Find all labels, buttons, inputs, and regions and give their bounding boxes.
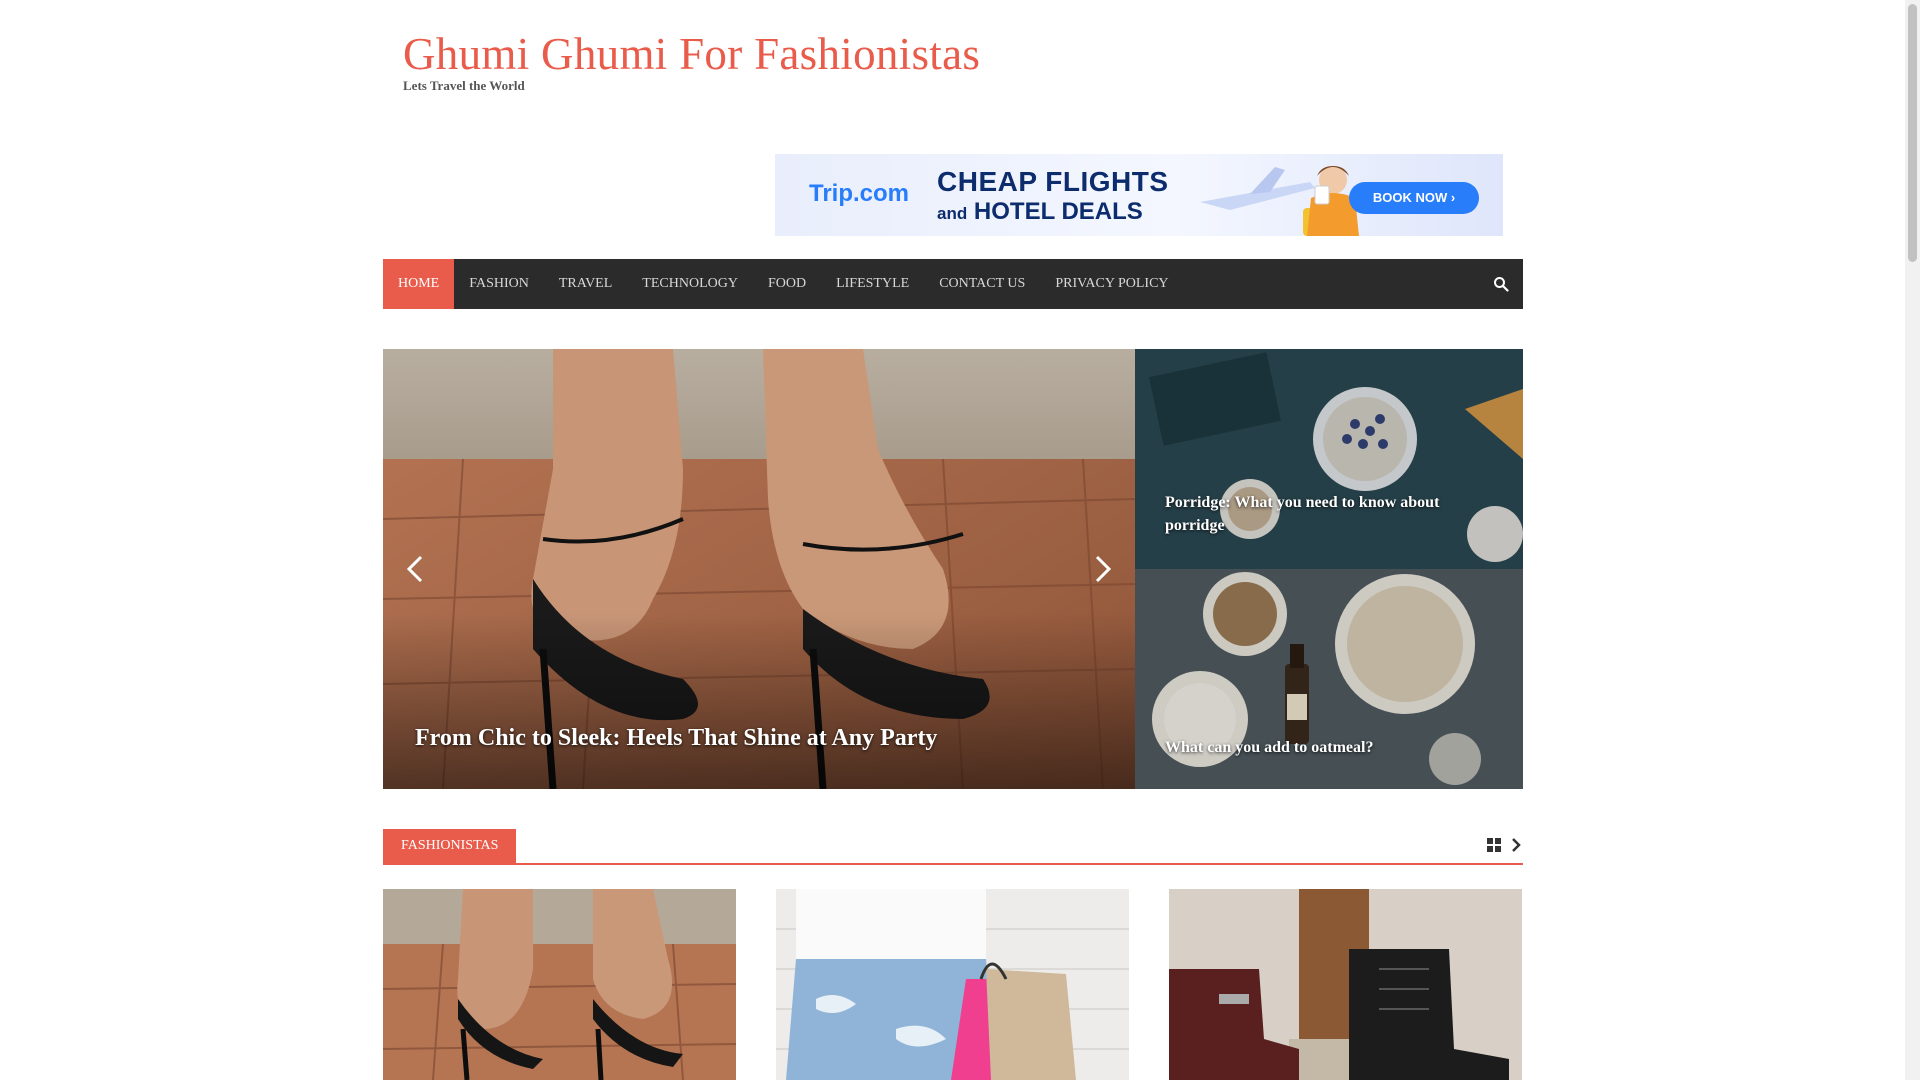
section-header: FASHIONISTAS	[383, 829, 1523, 865]
nav-item-home[interactable]: HOME	[383, 259, 455, 309]
ad-brand: Trip.com	[809, 180, 910, 207]
side-post-oatmeal[interactable]: What can you add to oatmeal?	[1135, 569, 1523, 789]
page: Ghumi Ghumi For Fashionistas Lets Travel…	[0, 0, 1905, 1080]
nav-item-lifestyle[interactable]: LIFESTYLE	[821, 259, 924, 309]
main-navigation: HOME FASHION TRAVEL TECHNOLOGY FOOD LIFE…	[383, 259, 1523, 309]
post-card-boots[interactable]	[1169, 889, 1522, 1080]
boots-image	[1169, 889, 1522, 1080]
slider-image-heels	[383, 349, 1135, 789]
heels-image	[383, 889, 736, 1080]
ad-headline-2: and HOTEL DEALS	[937, 198, 1143, 226]
jeans-shopping-image	[776, 889, 1129, 1080]
slider-prev-icon[interactable]	[401, 549, 431, 589]
ad-banner[interactable]: Trip.com CHEAP FLIGHTS and HOTEL DEALS B…	[775, 154, 1503, 236]
side-post-title[interactable]: What can you add to oatmeal?	[1165, 736, 1495, 759]
scrollbar-thumb[interactable]	[1908, 4, 1917, 262]
post-card-heels[interactable]	[383, 889, 736, 1080]
featured-slider[interactable]: From Chic to Sleek: Heels That Shine at …	[383, 349, 1135, 789]
post-card-jeans[interactable]	[776, 889, 1129, 1080]
book-now-button[interactable]: BOOK NOW ›	[1349, 182, 1479, 214]
section-label[interactable]: FASHIONISTAS	[383, 829, 517, 863]
search-icon[interactable]	[1493, 276, 1509, 292]
nav-item-privacy-policy[interactable]: PRIVACY POLICY	[1040, 259, 1183, 309]
ad-headline-1: CHEAP FLIGHTS	[937, 166, 1169, 197]
side-post-porridge[interactable]: Porridge: What you need to know about po…	[1135, 349, 1523, 569]
ad-headline-2-text: HOTEL DEALS	[973, 198, 1143, 225]
nav-item-fashion[interactable]: FASHION	[454, 259, 544, 309]
slider-next-icon[interactable]	[1087, 549, 1117, 589]
ad-headline-2-prefix: and	[937, 204, 968, 223]
nav-item-travel[interactable]: TRAVEL	[544, 259, 627, 309]
chevron-right-icon[interactable]	[1509, 836, 1523, 854]
side-post-title[interactable]: Porridge: What you need to know about po…	[1165, 491, 1495, 537]
grid-view-icon[interactable]	[1487, 838, 1501, 852]
nav-item-food[interactable]: FOOD	[753, 259, 821, 309]
scrollbar[interactable]	[1905, 0, 1920, 1080]
nav-item-technology[interactable]: TECHNOLOGY	[627, 259, 753, 309]
nav-item-contact-us[interactable]: CONTACT US	[924, 259, 1040, 309]
site-description: Lets Travel the World	[403, 78, 525, 93]
site-title[interactable]: Ghumi Ghumi For Fashionistas	[403, 28, 980, 80]
slider-caption[interactable]: From Chic to Sleek: Heels That Shine at …	[415, 725, 937, 752]
